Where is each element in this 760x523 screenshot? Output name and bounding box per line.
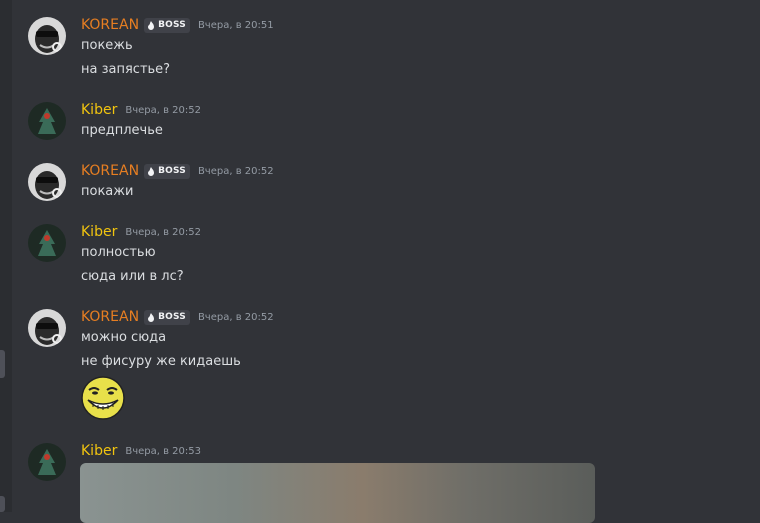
message-text: покажи — [81, 184, 134, 199]
message-header: Kiber Вчера, в 20:52 — [81, 222, 201, 242]
timestamp[interactable]: Вчера, в 20:52 — [198, 312, 274, 323]
message-text: можно сюда — [81, 330, 167, 345]
avatar-kiber[interactable] — [28, 102, 66, 140]
image-attachment[interactable] — [80, 463, 595, 523]
timestamp[interactable]: Вчера, в 20:52 — [125, 105, 201, 116]
kiber-avatar-icon — [28, 224, 66, 262]
message-header: KOREAN BOSS Вчера, в 20:52 — [81, 307, 274, 327]
avatar-korean[interactable] — [28, 17, 66, 55]
korean-avatar-icon — [28, 17, 66, 55]
trollface-emoji-icon[interactable] — [81, 376, 125, 420]
message-header: KOREAN BOSS Вчера, в 20:52 — [81, 161, 274, 181]
author-name[interactable]: Kiber — [81, 224, 117, 240]
sidebar-scroll-indicator-bottom[interactable] — [0, 496, 5, 512]
message-text: на запястье? — [81, 62, 171, 77]
flame-icon — [147, 166, 155, 176]
sidebar-scroll-indicator[interactable] — [0, 350, 5, 378]
message-header: Kiber Вчера, в 20:52 — [81, 100, 201, 120]
role-tag-label: BOSS — [158, 20, 186, 30]
message-header: Kiber Вчера, в 20:53 — [81, 441, 201, 461]
author-name[interactable]: KOREAN — [81, 309, 139, 325]
korean-avatar-icon — [28, 163, 66, 201]
kiber-avatar-icon — [28, 443, 66, 481]
avatar-kiber[interactable] — [28, 224, 66, 262]
timestamp[interactable]: Вчера, в 20:53 — [125, 446, 201, 457]
avatar-korean[interactable] — [28, 163, 66, 201]
korean-avatar-icon — [28, 309, 66, 347]
role-tag[interactable]: BOSS — [144, 17, 190, 33]
message-text: сюда или в лс? — [81, 269, 184, 284]
timestamp[interactable]: Вчера, в 20:52 — [125, 227, 201, 238]
message-text: полностью — [81, 245, 156, 260]
author-name[interactable]: KOREAN — [81, 163, 139, 179]
timestamp[interactable]: Вчера, в 20:52 — [198, 166, 274, 177]
channel-sidebar-edge — [0, 0, 12, 512]
role-tag-label: BOSS — [158, 312, 186, 322]
author-name[interactable]: Kiber — [81, 443, 117, 459]
author-name[interactable]: KOREAN — [81, 17, 139, 33]
timestamp[interactable]: Вчера, в 20:51 — [198, 20, 274, 31]
avatar-kiber[interactable] — [28, 443, 66, 481]
message-text: не фисуру же кидаешь — [81, 354, 241, 369]
flame-icon — [147, 20, 155, 30]
role-tag-label: BOSS — [158, 166, 186, 176]
message-text: предплечье — [81, 123, 163, 138]
author-name[interactable]: Kiber — [81, 102, 117, 118]
message-header: KOREAN BOSS Вчера, в 20:51 — [81, 15, 274, 35]
avatar-korean[interactable] — [28, 309, 66, 347]
message-text: покежь — [81, 38, 133, 53]
role-tag[interactable]: BOSS — [144, 309, 190, 325]
flame-icon — [147, 312, 155, 322]
kiber-avatar-icon — [28, 102, 66, 140]
role-tag[interactable]: BOSS — [144, 163, 190, 179]
